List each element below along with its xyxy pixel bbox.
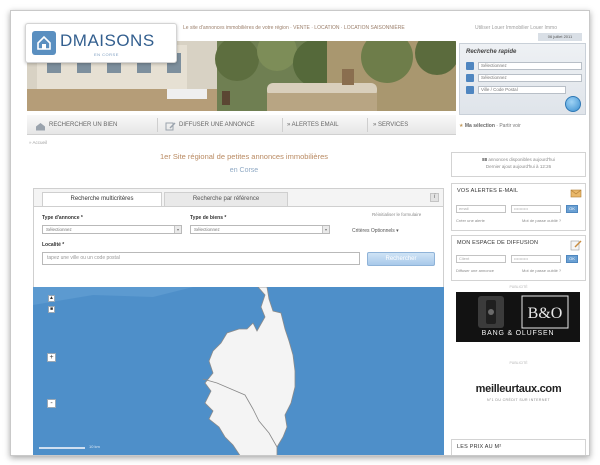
quick-search-city-input[interactable]: Ville / Code Postal [478,86,566,94]
meilleurtaux-logo: meilleurtaux.com [475,383,562,395]
chevron-down-icon: ▾ [322,226,329,233]
quick-search-go-button[interactable] [565,96,581,112]
diffusion-title: MON ESPACE DE DIFFUSION [457,240,539,246]
tag-icon [466,74,474,82]
quick-search-select[interactable]: Sélectionnez [478,74,582,82]
select-value: Sélectionnez [194,227,220,232]
listing-count-box: 88 annonces disponibles aujourd'hui Dern… [451,152,586,177]
listing-count-text: annonces disponibles aujourd'hui [488,157,555,162]
bang-olufsen-name: BANG & OLUFSEN [481,330,555,337]
search-submit-button[interactable]: Rechercher [367,252,435,266]
main-nav: RECHERCHER UN BIEN DIFFUSER UNE ANNONCE … [27,115,456,135]
pen-icon [165,120,176,131]
nav-label: RECHERCHER UN BIEN [49,122,118,128]
type-annonce-select[interactable]: Sélectionnez ▾ [42,225,182,234]
bo-logo: B&O [528,305,563,322]
locality-label: Localité * [42,242,65,248]
quick-search-row[interactable]: Sélectionnez [466,74,582,82]
email-alerts-title: VOS ALERTES E-MAIL [457,188,519,194]
locality-input[interactable]: tapez une ville ou un code postal [42,252,360,265]
diffusion-ok-button[interactable]: OK [566,255,578,263]
ad-label: PUBLICITÉ [509,285,528,289]
alerts-email-input[interactable]: email [456,205,506,213]
alerts-password-input[interactable]: •••••••••• [511,205,561,213]
nav-diffuser[interactable]: DIFFUSER UNE ANNONCE [165,115,255,135]
alerts-ok-button[interactable]: OK [566,205,578,213]
type-bien-select[interactable]: Sélectionnez ▾ [190,225,330,234]
nav-rechercher[interactable]: RECHERCHER UN BIEN [35,115,117,135]
listing-count-line: 88 annonces disponibles aujourd'hui [452,157,585,162]
map-pan-icon[interactable]: ▲ [48,295,55,302]
price-per-m2-box: LES PRIX AU M² [451,439,586,455]
create-alert-link[interactable]: Créer une alerte [456,218,485,223]
type-bien-label: Type de biens * [190,215,227,221]
nav-alertes[interactable]: » ALERTES EMAIL [287,115,339,135]
nav-divider [282,118,283,132]
ad-label: PUBLICITÉ [509,361,528,365]
meilleurtaux-tagline: N°1 DU CRÉDIT SUR INTERNET [486,398,551,402]
publish-listing-link[interactable]: Diffuser une annonce [456,268,494,273]
diffusion-space-box: MON ESPACE DE DIFFUSION Client •••••••••… [451,235,586,281]
zoom-out-button[interactable]: - [47,399,56,408]
my-selection-link[interactable]: Ma sélection [465,123,495,129]
nav-services[interactable]: » SERVICES [373,115,408,135]
nav-divider [157,118,158,132]
quick-search-select[interactable]: Sélectionnez [478,62,582,70]
page-heading: 1er Site régional de petites annonces im… [119,152,369,174]
breadcrumb[interactable]: » Accueil [29,140,47,145]
forgot-password-link[interactable]: Mot de passe oublié ? [522,218,561,223]
page-title: 1er Site régional de petites annonces im… [159,152,328,161]
brand-name: DMAISONS [60,31,155,50]
search-form: Type d'annonce * Sélectionnez ▾ Type de … [34,206,443,287]
quick-search-row[interactable]: Sélectionnez [466,62,582,70]
site-tagline: Le site d'annonces immobilières de votre… [183,25,405,31]
corsica-map[interactable]: ▲ ■ + - 10 km [33,287,444,455]
zoom-in-button[interactable]: + [47,353,56,362]
page-frame: DMAISONS EN CORSE Le site d'annonces imm… [10,10,590,456]
brand-subtitle: EN CORSE [94,52,119,57]
page-subtitle: en Corse [229,167,259,174]
edit-icon [570,240,582,251]
house-icon [35,120,46,131]
star-icon: ★ [459,123,464,129]
quick-search-title: Recherche rapide [466,49,517,55]
reset-form-link[interactable]: Réinitialiser le formulaire [372,212,421,217]
email-alerts-box: VOS ALERTES E-MAIL email •••••••••• OK C… [451,183,586,231]
listing-last-update: Dernier ajout aujourd'hui à 12:26 [485,164,552,169]
tab-multicriteria[interactable]: Recherche multicritères [42,192,162,206]
my-selection-links: ★ Ma sélection · Partir voir [459,123,521,129]
listing-count-number: 88 [482,157,488,162]
nav-divider [367,118,368,132]
location-icon [466,86,474,94]
search-panel: Recherche multicritères Recherche par ré… [33,188,444,288]
chevron-down-icon: ▾ [174,226,181,233]
map-scale-label: 10 km [89,444,100,449]
forgot-password-link[interactable]: Mot de passe oublié ? [522,268,561,273]
ad-meilleurtaux[interactable]: PUBLICITÉ meilleurtaux.com N°1 DU CRÉDIT… [451,359,586,431]
top-links[interactable]: Utiliser Louer Immobilier Louer Immo [475,25,557,31]
date-badge: 06 juillet 2011 [538,33,582,41]
nav-label: DIFFUSER UNE ANNONCE [179,122,255,128]
favorites-link[interactable]: Partir voir [499,123,520,129]
select-value: Sélectionnez [46,227,72,232]
optional-criteria-toggle[interactable]: Critères Optionnels ▾ [352,228,399,234]
diffusion-client-input[interactable]: Client [456,255,506,263]
map-layer-icon[interactable]: ■ [48,306,55,313]
type-annonce-label: Type d'annonce * [42,215,83,221]
map-canvas [33,287,444,455]
ad-bang-olufsen[interactable]: PUBLICITÉ B&O BANG & OLUFSEN [451,283,586,355]
site-logo[interactable]: DMAISONS EN CORSE [25,23,177,63]
price-per-m2-title: LES PRIX AU M² [457,444,502,450]
house-icon [32,31,56,55]
envelope-icon [570,189,582,198]
diffusion-password-input[interactable]: •••••••••• [511,255,561,263]
map-scale-bar [39,447,85,449]
tab-reference[interactable]: Recherche par référence [164,192,288,206]
info-icon[interactable]: i [430,193,439,202]
bang-olufsen-banner: B&O BANG & OLUFSEN [456,292,580,342]
quick-search-panel: Recherche rapide Sélectionnez Sélectionn… [459,43,586,115]
home-icon [466,62,474,70]
quick-search-row[interactable]: Ville / Code Postal [466,86,581,94]
